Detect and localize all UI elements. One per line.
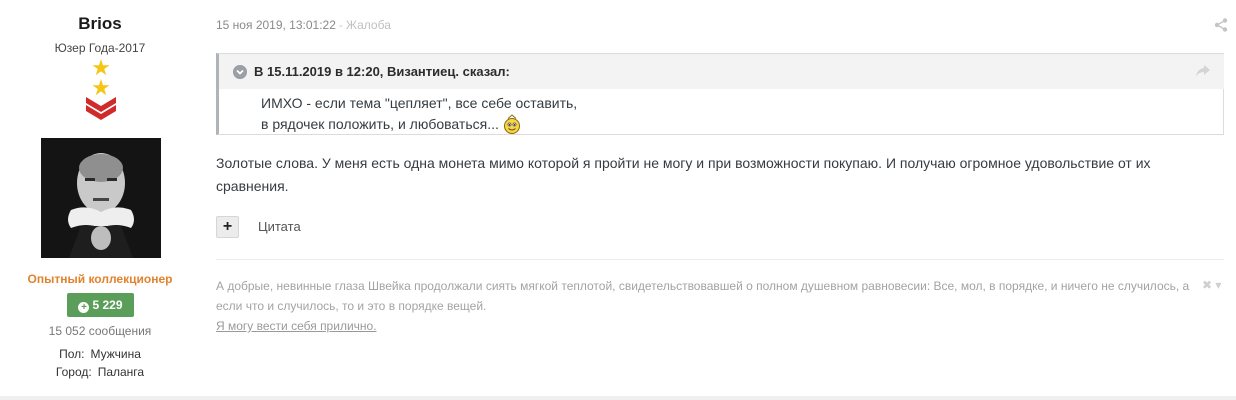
post-body-text: Золотые слова. У меня есть одна монета м… — [216, 155, 1151, 194]
forum-post: Brios Юзер Года-2017 ★ ★ Опытный коллекц… — [0, 0, 1236, 400]
post-divider — [0, 396, 1236, 400]
hide-signature-icon[interactable]: ✖ ▾ — [1202, 278, 1221, 292]
quote-button[interactable]: Цитата — [258, 219, 301, 234]
signature-link[interactable]: Я могу вести себя прилично. — [216, 319, 377, 333]
signature-divider — [216, 259, 1224, 260]
gender-value: Мужчина — [90, 347, 141, 361]
chevron-down-icon[interactable] — [233, 65, 247, 79]
quote-citation: В 15.11.2019 в 12:20, Византиец. сказал: — [254, 64, 510, 79]
smiley-icon — [503, 114, 520, 134]
go-to-quote-icon[interactable] — [1195, 64, 1211, 78]
quote-line: в рядочек положить, и любоваться... — [261, 116, 499, 132]
share-icon[interactable] — [1214, 18, 1228, 32]
member-group: Опытный коллекционер — [27, 272, 173, 286]
signature: А добрые, невинные глаза Швейка продолжа… — [216, 276, 1196, 336]
plus-circle-icon: + — [78, 302, 90, 313]
quote-header: В 15.11.2019 в 12:20, Византиец. сказал: — [219, 54, 1224, 89]
gender-label: Пол: — [59, 347, 85, 361]
multiquote-button[interactable]: + — [216, 216, 239, 238]
gender-row: Пол: Мужчина — [0, 347, 200, 361]
quote-block: В 15.11.2019 в 12:20, Византиец. сказал:… — [216, 53, 1224, 135]
quote-body: ИМХО - если тема "цепляет", все себе ост… — [261, 93, 577, 135]
reputation-value: 5 229 — [92, 298, 123, 312]
star-icon: ★ — [91, 75, 111, 100]
signature-text: А добрые, невинные глаза Швейка продолжа… — [216, 279, 1190, 313]
avatar-image — [41, 138, 161, 258]
quote-line-with-smiley: в рядочек положить, и любоваться... — [261, 114, 577, 135]
meta-separator: - — [338, 18, 343, 32]
city-value: Паланга — [97, 365, 145, 379]
city-label: Город: — [55, 365, 92, 379]
double-chevron-icon — [86, 97, 116, 120]
avatar[interactable] — [41, 138, 161, 258]
post-date[interactable]: 15 ноя 2019, 13:01:22 — [216, 18, 336, 32]
report-link[interactable]: Жалоба — [346, 18, 391, 32]
reputation-badge[interactable]: +5 229 — [67, 293, 134, 317]
city-row: Город: Паланга — [0, 365, 200, 379]
post-count: 15 052 сообщения — [48, 324, 152, 338]
quote-line: ИМХО - если тема "цепляет", все себе ост… — [261, 95, 578, 111]
author-title: Юзер Года-2017 — [54, 41, 146, 55]
rank-icons: ★ ★ — [86, 57, 116, 120]
author-name[interactable]: Brios — [0, 14, 200, 34]
post-meta: 15 ноя 2019, 13:01:22- Жалоба — [216, 18, 391, 32]
